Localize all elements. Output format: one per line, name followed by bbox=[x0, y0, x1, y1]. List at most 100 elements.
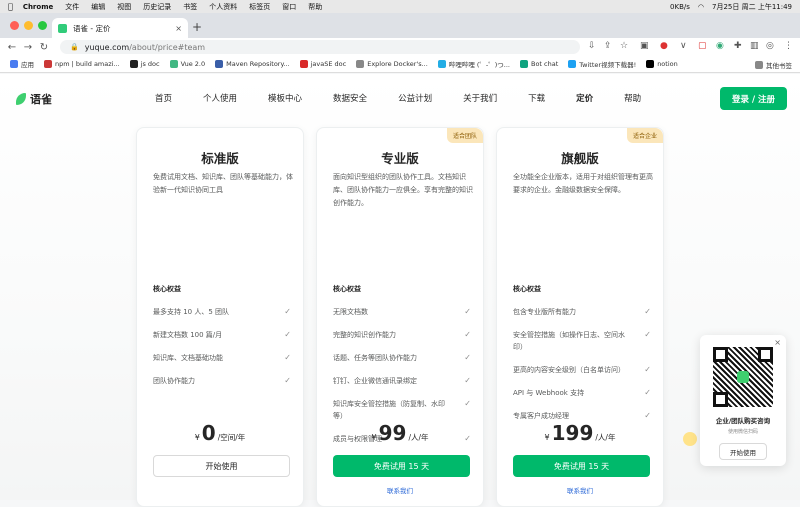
bookmark-bilibili[interactable]: 哔哩哔哩 (゜-゜)つ... bbox=[437, 59, 510, 69]
qr-consult-panel: × 企业/团队购买咨询 使用微信扫码 开始使用 bbox=[700, 335, 786, 466]
bookmark-twitter[interactable]: Twitter视频下载器! bbox=[568, 59, 636, 69]
contact-us-link[interactable]: 联系我们 bbox=[497, 485, 663, 495]
feature-text: 钉钉、企业微信通讯录绑定 bbox=[333, 377, 417, 385]
nav-charity[interactable]: 公益计划 bbox=[398, 92, 432, 104]
plan-tag: 适合团队 bbox=[446, 128, 483, 143]
bookmark-docker[interactable]: Explore Docker's... bbox=[356, 60, 428, 68]
bookmark-botchat[interactable]: Bot chat bbox=[520, 60, 558, 68]
check-icon: ✓ bbox=[464, 307, 471, 316]
plan-name: 旗舰版 bbox=[561, 151, 599, 166]
free-trial-button[interactable]: 免费试用 15 天 bbox=[513, 455, 650, 477]
nav-security[interactable]: 数据安全 bbox=[333, 92, 367, 104]
bookmark-label: Vue 2.0 bbox=[180, 60, 206, 68]
install-icon[interactable]: ⇩ bbox=[588, 41, 596, 51]
bookmark-apps[interactable]: 应用 bbox=[10, 59, 34, 69]
bookmark-javase[interactable]: javaSE doc bbox=[299, 60, 346, 68]
nav-home[interactable]: 首页 bbox=[155, 92, 172, 104]
plan-card-pro: 适合团队 专业版 面向知识型组织的团队协作工具。文档知识库、团队协作能力一应俱全… bbox=[316, 127, 484, 507]
bookmark-maven[interactable]: Maven Repository... bbox=[215, 60, 290, 68]
bookmark-vue[interactable]: Vue 2.0 bbox=[169, 60, 206, 68]
feature-text: 完整的知识创作能力 bbox=[333, 331, 396, 339]
browser-tab[interactable]: 语雀 - 定价 × bbox=[52, 18, 188, 38]
npm-icon bbox=[44, 60, 52, 68]
qr-start-button[interactable]: 开始使用 bbox=[719, 443, 767, 460]
plan-price: ¥199/人/年 bbox=[497, 421, 663, 445]
folder-icon bbox=[755, 61, 763, 69]
nav-help[interactable]: 帮助 bbox=[624, 92, 641, 104]
close-tab-icon[interactable]: × bbox=[175, 24, 182, 33]
bookmark-notion[interactable]: notion bbox=[646, 60, 678, 68]
feature-item: 更高的内容安全级别（白名单访问） ✓ bbox=[513, 364, 651, 376]
back-icon[interactable]: ← bbox=[4, 42, 20, 53]
avatar[interactable]: ◎ bbox=[766, 41, 774, 51]
price-unit: /人/年 bbox=[408, 433, 429, 442]
maximize-window-button[interactable] bbox=[38, 21, 47, 30]
datetime[interactable]: 7月25日 周二 上午11:49 bbox=[712, 2, 792, 12]
extension-pdf-icon[interactable]: ▢ bbox=[698, 41, 707, 51]
menu-tabs[interactable]: 标签页 bbox=[249, 2, 270, 12]
nav-pricing[interactable]: 定价 bbox=[576, 92, 593, 104]
start-button[interactable]: 开始使用 bbox=[153, 455, 290, 477]
yuque-logo[interactable]: 语雀 bbox=[16, 91, 52, 107]
menu-bookmarks[interactable]: 书签 bbox=[183, 2, 197, 12]
close-icon[interactable]: × bbox=[774, 338, 781, 347]
nav-about[interactable]: 关于我们 bbox=[463, 92, 497, 104]
forward-icon[interactable]: → bbox=[20, 42, 36, 53]
check-icon: ✓ bbox=[284, 307, 291, 316]
menu-file[interactable]: 文件 bbox=[65, 2, 79, 12]
bookmark-npm[interactable]: npm | build amazi... bbox=[44, 60, 120, 68]
feature-text: 话题、任务等团队协作能力 bbox=[333, 354, 417, 362]
check-icon: ✓ bbox=[284, 330, 291, 339]
free-trial-button[interactable]: 免费试用 15 天 bbox=[333, 455, 470, 477]
minimize-window-button[interactable] bbox=[24, 21, 33, 30]
menu-profile[interactable]: 个人资料 bbox=[209, 2, 237, 12]
contact-us-link[interactable]: 联系我们 bbox=[317, 485, 483, 495]
logo-text: 语雀 bbox=[30, 93, 52, 106]
reload-icon[interactable]: ↻ bbox=[36, 42, 52, 53]
puzzle-icon[interactable]: ✚ bbox=[734, 41, 742, 51]
qr-finder bbox=[758, 347, 773, 362]
apple-icon[interactable]:  bbox=[8, 2, 13, 11]
extension-icon[interactable]: ▣ bbox=[640, 41, 649, 51]
java-icon bbox=[299, 60, 308, 68]
bookmark-jsdoc[interactable]: js doc bbox=[129, 60, 160, 68]
new-tab-button[interactable]: + bbox=[192, 20, 202, 34]
check-icon: ✓ bbox=[464, 353, 471, 362]
price-currency: ¥ bbox=[194, 433, 200, 442]
nav-templates[interactable]: 模板中心 bbox=[268, 92, 302, 104]
login-button[interactable]: 登录 / 注册 bbox=[720, 87, 787, 110]
feature-item: 新建文档数 100 篇/月 ✓ bbox=[153, 329, 291, 341]
site-header: 语雀 首页 个人使用 模板中心 数据安全 公益计划 关于我们 下载 定价 帮助 … bbox=[0, 74, 800, 122]
lock-icon[interactable]: 🔒 bbox=[70, 43, 79, 51]
decor-circle bbox=[683, 432, 697, 446]
feature-text: 包含专业版所有能力 bbox=[513, 308, 576, 316]
wifi-icon[interactable]: ◠ bbox=[698, 3, 704, 11]
sidebar-icon[interactable]: ▥ bbox=[750, 41, 759, 51]
extension-green-icon[interactable]: ◉ bbox=[716, 41, 724, 51]
main-nav: 首页 个人使用 模板中心 数据安全 公益计划 关于我们 下载 定价 帮助 bbox=[155, 92, 672, 104]
extension-red-icon[interactable]: ● bbox=[660, 41, 668, 51]
features-title: 核心权益 bbox=[513, 285, 541, 293]
menu-app-name[interactable]: Chrome bbox=[23, 3, 53, 11]
close-window-button[interactable] bbox=[10, 21, 19, 30]
share-icon[interactable]: ⇪ bbox=[604, 41, 612, 51]
more-menu-icon[interactable]: ⋮ bbox=[784, 41, 793, 51]
bookmark-label: Maven Repository... bbox=[226, 60, 290, 68]
menu-window[interactable]: 窗口 bbox=[282, 2, 296, 12]
bookmark-label: Explore Docker's... bbox=[367, 60, 428, 68]
feature-item: 知识库、文档基础功能 ✓ bbox=[153, 352, 291, 364]
menu-edit[interactable]: 编辑 bbox=[91, 2, 105, 12]
menu-help[interactable]: 帮助 bbox=[308, 2, 322, 12]
bookmark-label: 应用 bbox=[21, 61, 34, 69]
bookmark-star-icon[interactable]: ☆ bbox=[620, 41, 628, 51]
menu-history[interactable]: 历史记录 bbox=[143, 2, 171, 12]
feature-item: API 与 Webhook 支持 ✓ bbox=[513, 387, 651, 399]
nav-download[interactable]: 下载 bbox=[528, 92, 545, 104]
url-field[interactable]: 🔒 yuque.com /about/price#team bbox=[60, 40, 580, 54]
plan-name: 标准版 bbox=[201, 151, 239, 166]
plan-tag: 适合企业 bbox=[626, 128, 663, 143]
menu-view[interactable]: 视图 bbox=[117, 2, 131, 12]
extension-v-icon[interactable]: ∨ bbox=[680, 41, 687, 51]
bookmark-other[interactable]: 其他书签 bbox=[755, 60, 792, 70]
nav-personal[interactable]: 个人使用 bbox=[203, 92, 237, 104]
